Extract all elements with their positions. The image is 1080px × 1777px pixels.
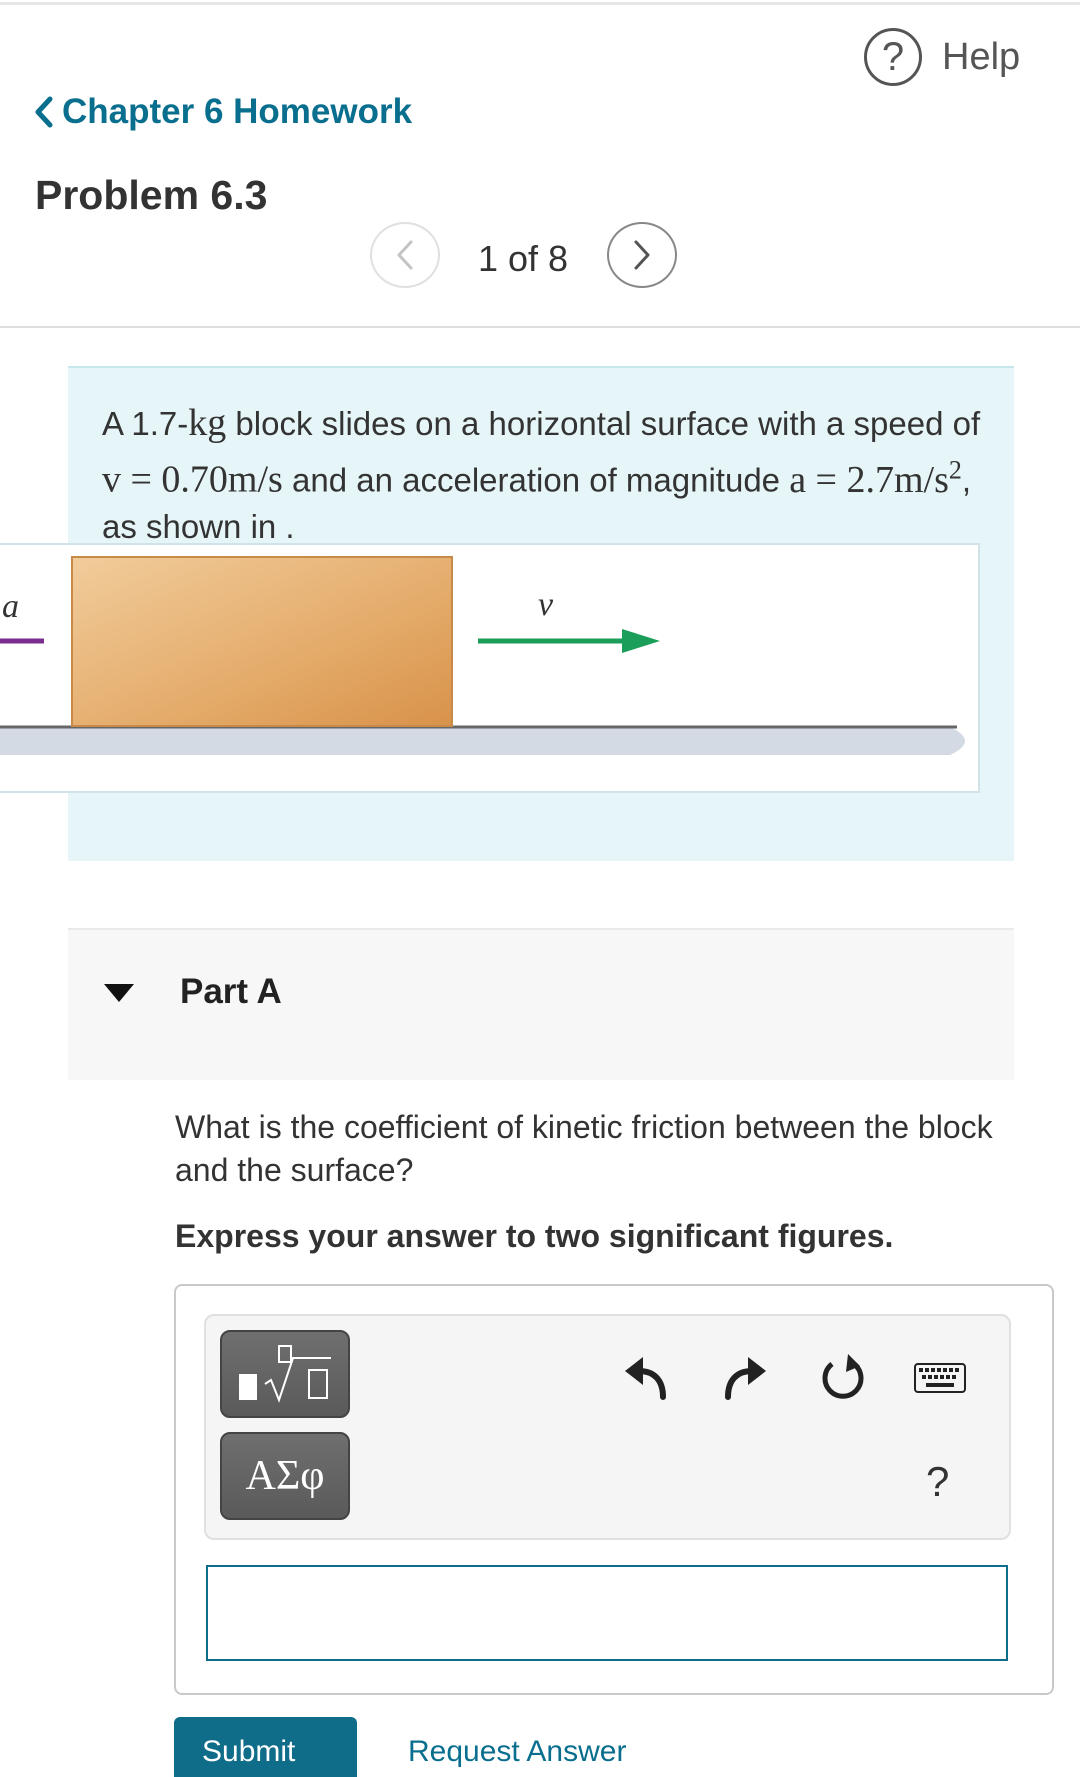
help-circle-icon: ? bbox=[864, 28, 922, 86]
surface bbox=[0, 727, 965, 755]
undo-icon bbox=[625, 1357, 666, 1400]
unit-kg: kg bbox=[188, 402, 227, 444]
answer-input[interactable] bbox=[206, 1565, 1008, 1661]
keyboard-button[interactable] bbox=[912, 1350, 968, 1406]
redo-icon bbox=[725, 1357, 766, 1400]
top-border bbox=[0, 2, 1080, 5]
part-a-title: Part A bbox=[180, 972, 282, 1011]
chevron-left-icon bbox=[35, 96, 53, 128]
block bbox=[71, 556, 453, 727]
problem-statement: A 1.7-kg block slides on a horizontal su… bbox=[102, 400, 1002, 550]
acceleration-exponent: 2 bbox=[948, 455, 962, 484]
redo-button[interactable] bbox=[718, 1350, 774, 1406]
velocity-label: v bbox=[538, 586, 554, 623]
reset-icon bbox=[822, 1354, 864, 1399]
submit-button[interactable]: Submit bbox=[174, 1717, 357, 1777]
next-problem-button[interactable] bbox=[607, 222, 677, 288]
question-text: What is the coefficient of kinetic frict… bbox=[175, 1109, 993, 1188]
previous-problem-button[interactable] bbox=[370, 222, 440, 288]
request-answer-link[interactable]: Request Answer bbox=[408, 1735, 626, 1769]
back-link[interactable]: Chapter 6 Homework bbox=[34, 92, 412, 132]
header-divider bbox=[0, 326, 1080, 328]
reset-button[interactable] bbox=[816, 1350, 872, 1406]
statement-text-2: block slides on a horizontal surface wit… bbox=[226, 405, 981, 442]
chevron-right-icon bbox=[634, 240, 650, 270]
help-label: Help bbox=[942, 35, 1021, 78]
keyboard-icon bbox=[914, 1363, 966, 1393]
pager-count: 1 of 8 bbox=[478, 238, 569, 279]
problem-title: Problem 6.3 bbox=[35, 172, 268, 218]
acceleration-equation: a = 2.7m/s2 bbox=[789, 455, 962, 501]
chevron-left-icon bbox=[397, 240, 413, 270]
back-label: Chapter 6 Homework bbox=[62, 92, 413, 131]
templates-button[interactable] bbox=[220, 1330, 350, 1418]
undo-button[interactable] bbox=[617, 1350, 673, 1406]
acceleration-label: a bbox=[2, 588, 19, 625]
greek-symbols-button[interactable]: ΑΣφ bbox=[220, 1432, 350, 1520]
block-figure: a v bbox=[0, 543, 980, 793]
statement-text-1: A 1.7- bbox=[102, 405, 189, 442]
fraction-root-icon bbox=[239, 1345, 331, 1403]
statement-text-3: and an acceleration of magnitude bbox=[282, 461, 790, 499]
collapse-caret-icon[interactable] bbox=[104, 984, 134, 1002]
acceleration-equation-base: a = 2.7m/s bbox=[789, 458, 949, 501]
velocity-arrow-head bbox=[622, 629, 660, 653]
velocity-equation: v = 0.70m/s bbox=[102, 458, 283, 501]
block-diagram: a v bbox=[0, 556, 965, 755]
answer-instruction: Express your answer to two significant f… bbox=[175, 1218, 894, 1254]
help-link[interactable]: ? Help bbox=[864, 28, 1020, 86]
math-help-button[interactable]: ? bbox=[926, 1458, 949, 1506]
